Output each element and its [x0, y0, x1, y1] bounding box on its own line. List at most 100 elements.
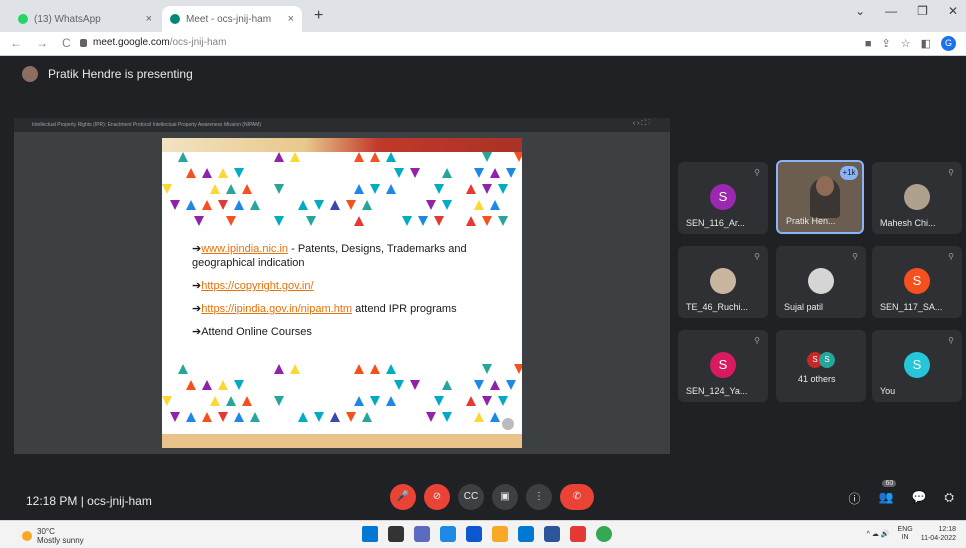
activities-icon[interactable]: ⛭ [944, 490, 954, 507]
mic-off-icon: ⚲ [948, 168, 954, 177]
task-view-icon[interactable] [414, 526, 430, 542]
arrow-icon: ➔ [192, 243, 202, 255]
presenting-label: Pratik Hendre is presenting [48, 67, 193, 81]
others-tile[interactable]: S S 41 others [776, 330, 866, 402]
captions-button[interactable]: CC [458, 484, 484, 510]
chat-icon[interactable]: 💬 [911, 490, 926, 507]
decor-triangle [498, 396, 508, 406]
decor-triangle [514, 364, 522, 374]
decor-triangle [490, 380, 500, 390]
decor-triangle [426, 412, 436, 422]
decor-triangle [314, 200, 324, 210]
decor-triangle [354, 396, 364, 406]
close-window-button[interactable]: ✕ [948, 4, 958, 18]
clock-time: 12:18 [938, 526, 956, 533]
clock[interactable]: 12:18 11-04-2022 [921, 525, 956, 543]
decor-triangle [274, 216, 284, 226]
slide-header-image [162, 138, 522, 152]
url-host: meet.google.com [93, 37, 170, 48]
system-tray: ^ ☁ 🔊 ENG IN 12:18 11-04-2022 [867, 525, 956, 543]
language-indicator[interactable]: ENG IN [898, 526, 913, 542]
tab-search-icon[interactable]: ⌄ [855, 4, 865, 18]
decor-triangle [290, 364, 300, 374]
file-explorer-icon[interactable] [492, 526, 508, 542]
meeting-details-icon[interactable]: ⓘ [848, 490, 860, 507]
start-icon[interactable] [362, 526, 378, 542]
decor-triangle [394, 168, 404, 178]
bookmark-star-icon[interactable]: ☆ [901, 37, 911, 50]
present-button[interactable]: ▣ [492, 484, 518, 510]
mic-off-icon: ⚲ [948, 336, 954, 345]
participant-tile[interactable]: ⚲ Sujal patil [776, 246, 866, 318]
slide-link[interactable]: https://ipindia.gov.in/nipam.htm [201, 303, 352, 315]
new-tab-button[interactable]: + [314, 7, 323, 25]
back-button[interactable]: ← [10, 36, 22, 50]
decor-triangle [250, 412, 260, 422]
url-field[interactable]: meet.google.com/ocs-jnij-ham [80, 37, 226, 48]
weather-temp: 30°C [37, 527, 55, 536]
participant-tile[interactable]: ⚲ S SEN_116_Ar... [678, 162, 768, 234]
leave-call-button[interactable]: ✆ [560, 484, 594, 510]
app-icon[interactable] [570, 526, 586, 542]
minimize-button[interactable]: — [885, 4, 897, 18]
sidepanel-icon[interactable]: ◧ [921, 37, 931, 50]
tab-whatsapp[interactable]: (13) WhatsApp × [10, 6, 160, 32]
participant-tile[interactable]: ⚲ TE_46_Ruchi... [678, 246, 768, 318]
decor-triangle [434, 184, 444, 194]
decor-triangle [306, 216, 316, 226]
camera-toggle-button[interactable]: ⊘ [424, 484, 450, 510]
avatar: S [904, 268, 930, 294]
presentation-frame[interactable]: Intellectual Property Rights (IPR): Enac… [14, 118, 670, 454]
tray-icons[interactable]: ^ ☁ 🔊 [867, 530, 890, 538]
reload-button[interactable]: C [62, 36, 71, 50]
tab-title: (13) WhatsApp [34, 13, 101, 25]
side-panel-controls: ⓘ 👥 60 💬 ⛭ [848, 480, 954, 507]
decor-triangle [218, 168, 228, 178]
slide-item: ➔Attend Online Courses [192, 325, 512, 339]
slide-link[interactable]: www.ipindia.nic.in [201, 243, 288, 255]
participant-tile[interactable]: ⚲ S SEN_124_Ya... [678, 330, 768, 402]
close-tab-icon[interactable]: × [288, 13, 294, 25]
close-tab-icon[interactable]: × [146, 13, 152, 25]
people-button[interactable]: 👥 60 [878, 480, 897, 507]
participant-video-head [816, 176, 834, 196]
decor-triangle [482, 364, 492, 374]
self-tile[interactable]: ⚲ S You [872, 330, 962, 402]
decor-triangle [346, 200, 356, 210]
reaction-badge: +1k [840, 166, 858, 180]
participant-tile[interactable]: ⚲ S SEN_117_SA... [872, 246, 962, 318]
search-icon[interactable] [388, 526, 404, 542]
share-icon[interactable]: ⇪ [882, 37, 891, 50]
participant-name: SEN_117_SA... [880, 302, 943, 312]
presentation-tools[interactable]: ‹ › ⛶ ⋮ [633, 120, 650, 128]
weather-widget[interactable]: 30°C Mostly sunny [22, 527, 84, 545]
chrome-icon[interactable] [596, 526, 612, 542]
mic-off-icon: ⚲ [754, 168, 760, 177]
slide-link[interactable]: https://copyright.gov.in/ [201, 280, 313, 292]
word-icon[interactable] [544, 526, 560, 542]
browser-tabbar: (13) WhatsApp × Meet - ocs-jnij-ham × + … [0, 0, 966, 32]
participant-tile-active-speaker[interactable]: +1k Pratik Hen... [776, 160, 864, 234]
more-options-button[interactable]: ⋮ [526, 484, 552, 510]
edge-icon[interactable] [466, 526, 482, 542]
participant-tile[interactable]: ⚲ Mahesh Chi... [872, 162, 962, 234]
mic-toggle-button[interactable]: 🎤 [390, 484, 416, 510]
forward-button[interactable]: → [36, 36, 48, 50]
decor-triangle [482, 152, 492, 162]
participant-name: Mahesh Chi... [880, 218, 936, 228]
decor-triangle [202, 168, 212, 178]
maximize-button[interactable]: ❐ [917, 4, 928, 18]
decor-triangle [498, 216, 508, 226]
profile-avatar[interactable]: G [941, 36, 956, 51]
decor-triangle [226, 216, 236, 226]
call-controls: 🎤 ⊘ CC ▣ ⋮ ✆ [390, 484, 594, 510]
language-code: ENG [897, 526, 913, 533]
decor-triangle [170, 412, 180, 422]
decor-triangle [194, 216, 204, 226]
store-icon[interactable] [518, 526, 534, 542]
chat-app-icon[interactable] [440, 526, 456, 542]
camera-indicator-icon[interactable]: ■ [865, 38, 872, 50]
tab-meet[interactable]: Meet - ocs-jnij-ham × [162, 6, 302, 32]
slide: ➔www.ipindia.nic.in - Patents, Designs, … [162, 138, 522, 448]
avatar: S [819, 352, 835, 368]
